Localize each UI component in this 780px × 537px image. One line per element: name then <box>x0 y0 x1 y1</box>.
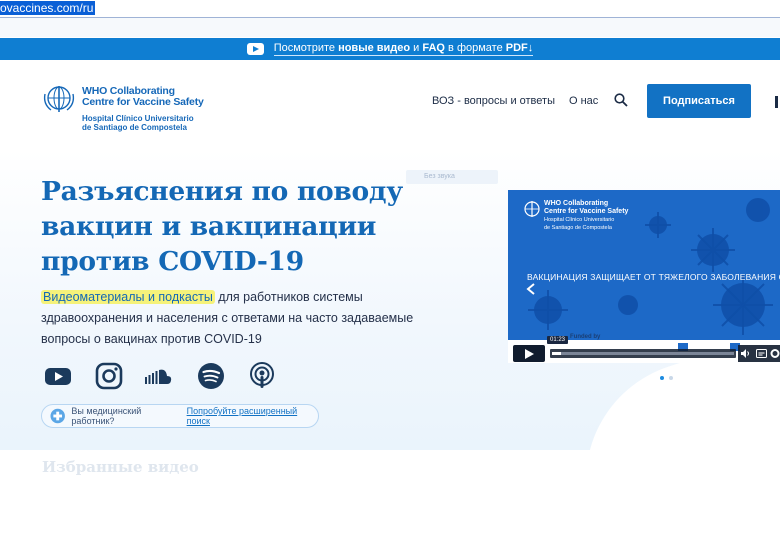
video-logo-text: WHO Collaborating Centre for Vaccine Saf… <box>544 200 629 231</box>
url-text[interactable]: ovaccines.com/ru <box>0 1 96 15</box>
featured-videos-heading: Избранные видео <box>42 458 199 476</box>
instagram-icon[interactable] <box>95 362 123 390</box>
cut-off-nav-item <box>775 96 778 108</box>
nav-about-link[interactable]: О нас <box>569 95 598 107</box>
soundcloud-icon[interactable] <box>144 362 172 390</box>
youtube-icon <box>246 43 264 55</box>
browser-url-bar[interactable]: ovaccines.com/ru <box>0 0 780 18</box>
carousel-dot-active[interactable] <box>660 376 664 380</box>
spotify-icon[interactable] <box>197 362 225 390</box>
video-caption: ВАКЦИНАЦИЯ ЗАЩИЩАЕТ ОТ ТЯЖЕЛОГО ЗАБОЛЕВА… <box>527 272 780 282</box>
advanced-search-pill[interactable]: Вы медицинский работник? Попробуйте расш… <box>41 404 319 428</box>
captions-icon[interactable] <box>756 349 767 358</box>
who-emblem-icon <box>43 86 75 112</box>
video-who-emblem-icon <box>524 201 540 217</box>
podcasts-icon[interactable] <box>248 362 276 390</box>
logo-subtitle: Hospital Clínico Universitario de Santia… <box>82 114 194 132</box>
browser-gap <box>0 18 780 37</box>
highlighted-link[interactable]: Видеоматериалы и подкасты <box>41 290 215 304</box>
search-icon[interactable] <box>614 93 628 107</box>
logo-title[interactable]: WHO Collaborating Centre for Vaccine Saf… <box>82 86 204 108</box>
announcement-bar[interactable]: Посмотрите новые видео и FAQ в формате P… <box>0 38 780 60</box>
faded-mute-label: Без звука <box>406 170 498 184</box>
medical-cross-icon <box>50 408 65 424</box>
carousel-dot[interactable] <box>669 376 673 380</box>
page-title: Разъяснения по поводу вакцин и вакцинаци… <box>41 176 403 277</box>
youtube-icon[interactable] <box>44 362 72 390</box>
nav-faq-link[interactable]: ВОЗ - вопросы и ответы <box>432 95 555 107</box>
video-right-controls <box>738 345 780 362</box>
advanced-search-link[interactable]: Попробуйте расширенный поиск <box>187 406 318 426</box>
gear-icon[interactable] <box>770 348 780 359</box>
hero-description: Видеоматериалы и подкасты для работников… <box>41 290 414 346</box>
video-time: 01:23 <box>547 336 569 344</box>
volume-icon[interactable] <box>740 348 751 359</box>
video-funded-by: Funded by <box>570 334 601 340</box>
video-progress-fill <box>552 352 562 355</box>
announcement-text[interactable]: Посмотрите новые видео и FAQ в формате P… <box>273 42 534 56</box>
video-progress-track[interactable] <box>552 352 734 355</box>
chevron-left-icon[interactable] <box>525 283 537 295</box>
pill-question: Вы медицинский работник? <box>71 406 142 426</box>
video-play-button[interactable] <box>513 345 545 362</box>
subscribe-button[interactable]: Подписаться <box>647 84 751 118</box>
